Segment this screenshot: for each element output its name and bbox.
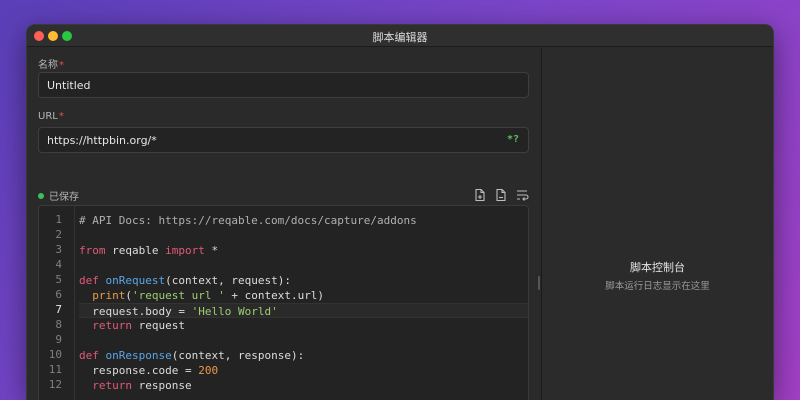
required-mark: * [59, 60, 64, 71]
format-icon[interactable] [515, 187, 529, 201]
code-token: print [92, 289, 126, 302]
line-number-gutter: 1 2 3 4 5 6 7 8 9 10 11 12 [39, 206, 75, 400]
url-field[interactable]: https://httpbin.org/* *? [38, 127, 529, 153]
window-title: 脚本编辑器 [372, 31, 428, 44]
save-status-text: 已保存 [49, 192, 79, 203]
console-placeholder-text: 脚本运行日志显示在这里 [605, 281, 710, 292]
code-token: # API Docs: https://reqable.com/docs/cap… [79, 214, 417, 227]
code-token: + context.url) [224, 289, 325, 302]
code-token: (context, response): [171, 349, 305, 362]
code-token: import [165, 244, 205, 257]
code-line[interactable]: # API Docs: https://reqable.com/docs/cap… [79, 213, 528, 228]
name-field-value: Untitled [47, 79, 91, 92]
line-number: 11 [48, 363, 62, 376]
code-token: onRequest [105, 274, 166, 287]
pane-resize-handle[interactable] [538, 276, 540, 290]
code-line[interactable] [79, 228, 528, 243]
title-bar: 脚本编辑器 [27, 25, 773, 47]
code-line[interactable]: from reqable import * [79, 243, 528, 258]
required-mark: * [58, 111, 64, 122]
line-number: 5 [55, 273, 62, 286]
save-status: 已保存 [38, 188, 79, 203]
code-line[interactable]: response.code = 200 [79, 363, 528, 378]
script-console-pane: 脚本控制台 脚本运行日志显示在这里 [541, 48, 773, 400]
saved-status-dot [38, 192, 44, 199]
code-token: onResponse [105, 349, 172, 362]
code-line[interactable]: print('request url ' + context.url) [79, 288, 528, 303]
code-line[interactable]: return request [79, 318, 528, 333]
code-token: ( [125, 289, 132, 302]
export-file-icon[interactable] [494, 187, 508, 202]
code-token: 'request url ' [132, 289, 225, 302]
code-token: return [92, 379, 132, 392]
code-token: def [79, 349, 99, 362]
code-line[interactable] [79, 258, 528, 273]
code-token: response.code = [79, 364, 199, 377]
code-token: * [204, 244, 219, 257]
script-form-pane: 名称* Untitled URL* https://httpbin.org/* … [27, 48, 541, 400]
url-field-value: https://httpbin.org/* [47, 134, 157, 147]
line-number: 1 [55, 213, 62, 226]
console-title: 脚本控制台 [630, 261, 685, 274]
line-number: 12 [48, 378, 62, 391]
code-token: response [132, 379, 192, 392]
code-token: reqable [105, 244, 166, 257]
code-token: 'Hello World' [191, 305, 278, 318]
url-label-text: URL [38, 111, 58, 122]
line-number: 2 [55, 228, 62, 241]
code-token: return [92, 319, 132, 332]
code-token: (context, request): [165, 274, 291, 287]
code-line[interactable]: request.body = 'Hello World' [79, 303, 528, 318]
line-number: 8 [55, 318, 62, 331]
code-token: 200 [198, 364, 219, 377]
script-editor-window: 脚本编辑器 名称* Untitled URL* https://httpbin.… [26, 24, 774, 400]
wildcard-hint-button[interactable]: *? [507, 134, 519, 145]
code-line[interactable]: return response [79, 378, 528, 393]
name-field[interactable]: Untitled [38, 72, 529, 98]
line-number: 10 [48, 348, 62, 361]
line-number: 7 [55, 303, 62, 316]
line-number: 6 [55, 288, 62, 301]
code-line[interactable]: def onRequest(context, request): [79, 273, 528, 288]
code-token: request [132, 319, 185, 332]
name-label-text: 名称 [38, 60, 58, 71]
name-label: 名称* [38, 56, 64, 71]
code-line[interactable]: def onResponse(context, response): [79, 348, 528, 363]
line-number: 4 [55, 258, 62, 271]
line-number: 9 [55, 333, 62, 346]
code-token: request.body = [79, 305, 192, 318]
line-number: 3 [55, 243, 62, 256]
code-editor[interactable]: 1 2 3 4 5 6 7 8 9 10 11 12 # API Docs: https://reqa… [38, 205, 529, 400]
code-line[interactable] [79, 333, 528, 348]
url-label: URL* [38, 111, 64, 122]
import-file-icon[interactable] [473, 187, 487, 202]
code-token: from [79, 244, 106, 257]
code-token: def [79, 274, 99, 287]
